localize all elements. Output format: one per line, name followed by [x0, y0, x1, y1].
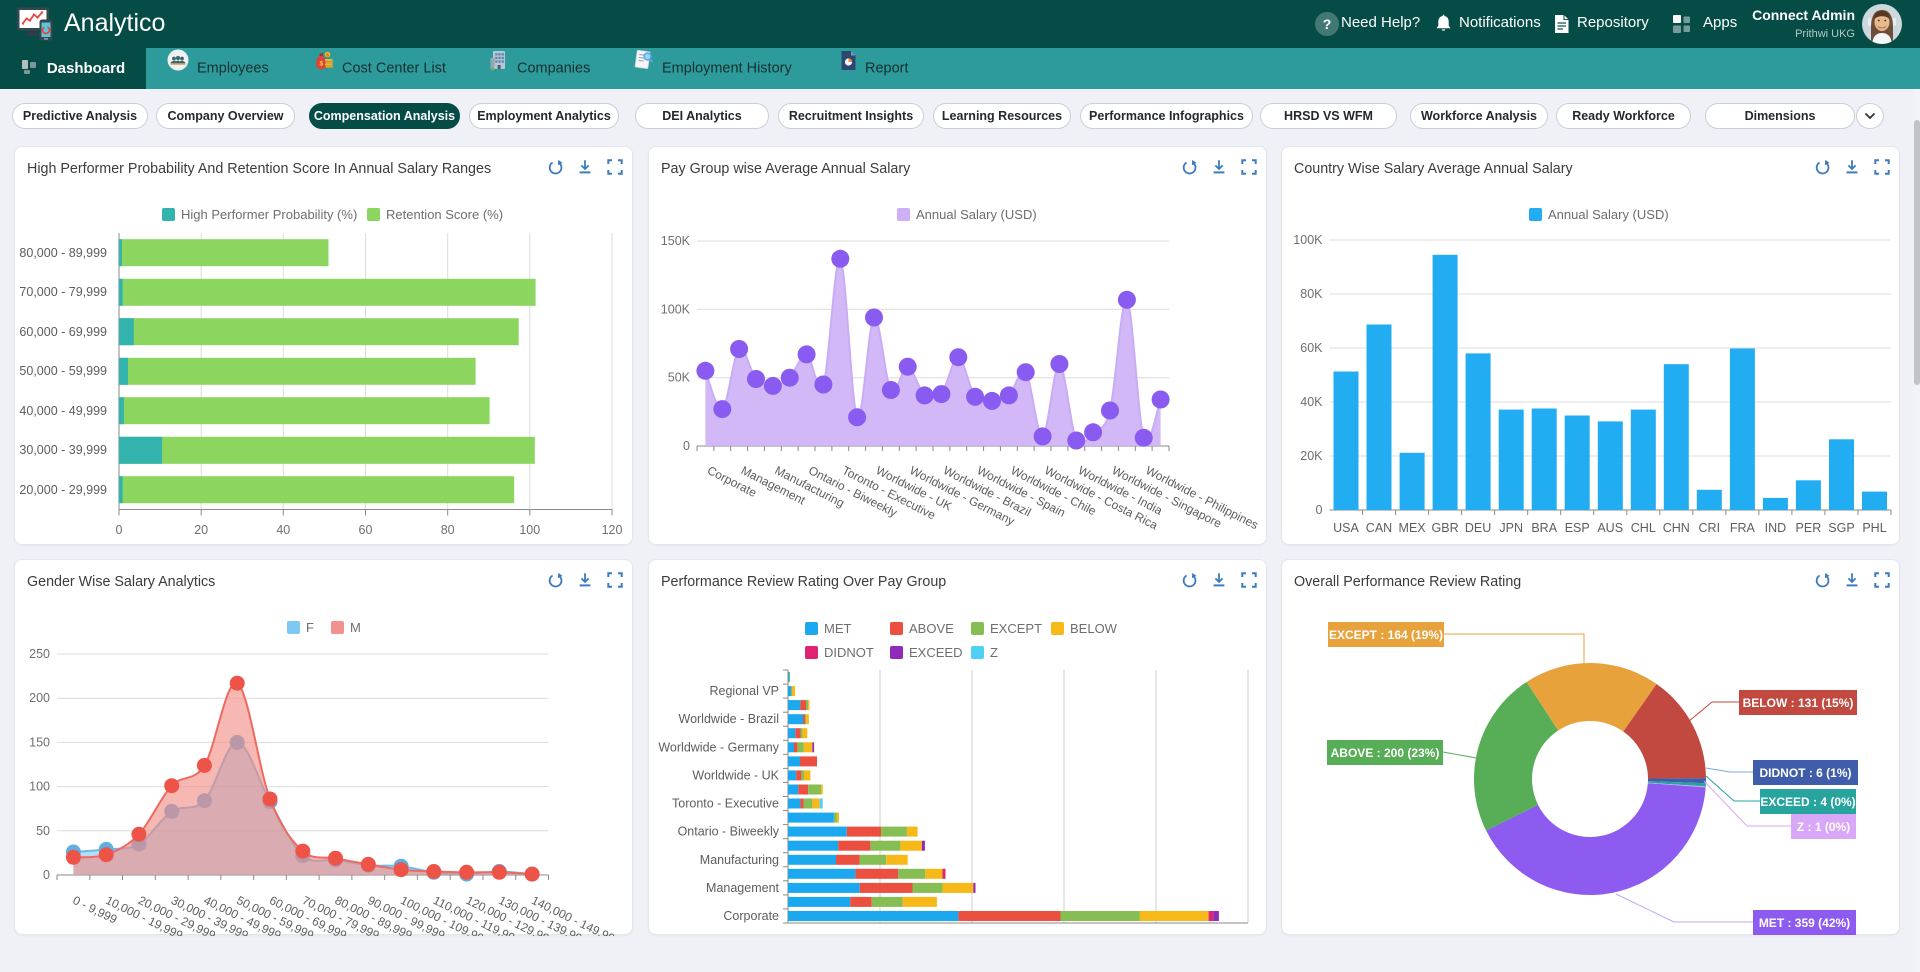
svg-text:DIDNOT : 6 (1%): DIDNOT : 6 (1%): [1759, 766, 1851, 780]
svg-text:80K: 80K: [1300, 287, 1323, 301]
svg-text:Retention Score (%): Retention Score (%): [386, 207, 503, 222]
svg-text:0: 0: [683, 439, 690, 453]
svg-text:IND: IND: [1765, 521, 1787, 535]
svg-text:MET : 359 (42%): MET : 359 (42%): [1759, 916, 1850, 930]
svg-text:BELOW : 131 (15%): BELOW : 131 (15%): [1743, 696, 1854, 710]
svg-text:30,000 - 39,999: 30,000 - 39,999: [19, 443, 107, 457]
svg-text:Overall Performance Review Rat: Overall Performance Review Rating: [1294, 574, 1521, 590]
svg-text:Manufacturing: Manufacturing: [700, 853, 779, 867]
svg-text:SGP: SGP: [1828, 521, 1854, 535]
svg-text:40K: 40K: [1300, 395, 1323, 409]
svg-text:M: M: [350, 620, 361, 635]
svg-text:Annual Salary (USD): Annual Salary (USD): [1548, 207, 1669, 222]
svg-text:250: 250: [29, 647, 50, 661]
svg-text:AUS: AUS: [1597, 521, 1623, 535]
svg-text:CAN: CAN: [1366, 521, 1392, 535]
svg-text:100: 100: [519, 523, 540, 537]
svg-text:40: 40: [276, 523, 290, 537]
svg-text:Worldwide - UK: Worldwide - UK: [692, 768, 779, 782]
svg-text:20,000 - 29,999: 20,000 - 29,999: [19, 483, 107, 497]
svg-text:Annual Salary (USD): Annual Salary (USD): [916, 207, 1037, 222]
svg-text:150: 150: [29, 735, 50, 749]
svg-text:Performance Review Rating Over: Performance Review Rating Over Pay Group: [661, 574, 946, 590]
svg-text:0: 0: [1316, 503, 1323, 517]
svg-text:Toronto - Executive: Toronto - Executive: [672, 797, 779, 811]
svg-text:High Performer Probability And: High Performer Probability And Retention…: [27, 161, 491, 177]
svg-text:Ontario - Biweekly: Ontario - Biweekly: [678, 825, 780, 839]
svg-text:MEX: MEX: [1399, 521, 1427, 535]
svg-text:BRA: BRA: [1531, 521, 1557, 535]
svg-text:EXCEED: EXCEED: [909, 645, 962, 660]
svg-text:20: 20: [194, 523, 208, 537]
svg-text:PER: PER: [1796, 521, 1822, 535]
svg-text:USA: USA: [1333, 521, 1359, 535]
svg-text:DIDNOT: DIDNOT: [824, 645, 874, 660]
svg-text:ABOVE: ABOVE: [909, 621, 954, 636]
svg-text:50,000 - 59,999: 50,000 - 59,999: [19, 364, 107, 378]
svg-text:Z : 1 (0%): Z : 1 (0%): [1797, 820, 1850, 834]
svg-text:200: 200: [29, 691, 50, 705]
svg-text:EXCEPT: EXCEPT: [990, 621, 1042, 636]
svg-text:150K: 150K: [661, 234, 691, 248]
svg-text:Worldwide - Brazil: Worldwide - Brazil: [679, 712, 780, 726]
svg-text:50: 50: [36, 824, 50, 838]
svg-text:40,000 - 49,999: 40,000 - 49,999: [19, 404, 107, 418]
svg-text:100: 100: [29, 780, 50, 794]
svg-text:PHL: PHL: [1862, 521, 1886, 535]
svg-text:$: $: [319, 60, 323, 67]
svg-text:60: 60: [359, 523, 373, 537]
svg-text:Country Wise Salary Average An: Country Wise Salary Average Annual Salar…: [1294, 161, 1574, 177]
svg-text:BELOW: BELOW: [1070, 621, 1118, 636]
svg-text:50K: 50K: [668, 371, 691, 385]
svg-text:EXCEPT : 164 (19%): EXCEPT : 164 (19%): [1329, 628, 1443, 642]
svg-text:Z: Z: [990, 645, 998, 660]
svg-text:Regional VP: Regional VP: [710, 684, 780, 698]
svg-text:100K: 100K: [1293, 233, 1323, 247]
svg-text:CHN: CHN: [1663, 521, 1690, 535]
svg-text:MET: MET: [824, 621, 852, 636]
svg-text:80,000 - 89,999: 80,000 - 89,999: [19, 246, 107, 260]
svg-text:Pay Group wise Average Annual: Pay Group wise Average Annual Salary: [661, 161, 911, 177]
svg-text:FRA: FRA: [1730, 521, 1756, 535]
svg-text:JPN: JPN: [1499, 521, 1523, 535]
svg-text:ESP: ESP: [1565, 521, 1590, 535]
svg-text:0: 0: [43, 868, 50, 882]
svg-text:EXCEED : 4 (0%): EXCEED : 4 (0%): [1760, 795, 1855, 809]
svg-text:20K: 20K: [1300, 449, 1323, 463]
svg-text:DEU: DEU: [1465, 521, 1491, 535]
svg-text:Management: Management: [706, 881, 779, 895]
svg-text:120: 120: [602, 523, 623, 537]
svg-text:80: 80: [441, 523, 455, 537]
svg-text:CRI: CRI: [1699, 521, 1721, 535]
svg-text:ABOVE : 200 (23%): ABOVE : 200 (23%): [1331, 746, 1440, 760]
svg-text:100K: 100K: [661, 302, 691, 316]
svg-text:60,000 - 69,999: 60,000 - 69,999: [19, 325, 107, 339]
svg-text:GBR: GBR: [1432, 521, 1459, 535]
svg-text:F: F: [306, 620, 314, 635]
svg-text:60K: 60K: [1300, 341, 1323, 355]
svg-text:High Performer Probability (%): High Performer Probability (%): [181, 207, 357, 222]
svg-text:Gender Wise Salary Analytics: Gender Wise Salary Analytics: [27, 574, 215, 590]
svg-text:70,000 - 79,999: 70,000 - 79,999: [19, 285, 107, 299]
svg-text:0: 0: [116, 523, 123, 537]
svg-text:CHL: CHL: [1631, 521, 1656, 535]
svg-text:Corporate: Corporate: [723, 909, 779, 923]
svg-text:Worldwide - Germany: Worldwide - Germany: [658, 740, 779, 754]
